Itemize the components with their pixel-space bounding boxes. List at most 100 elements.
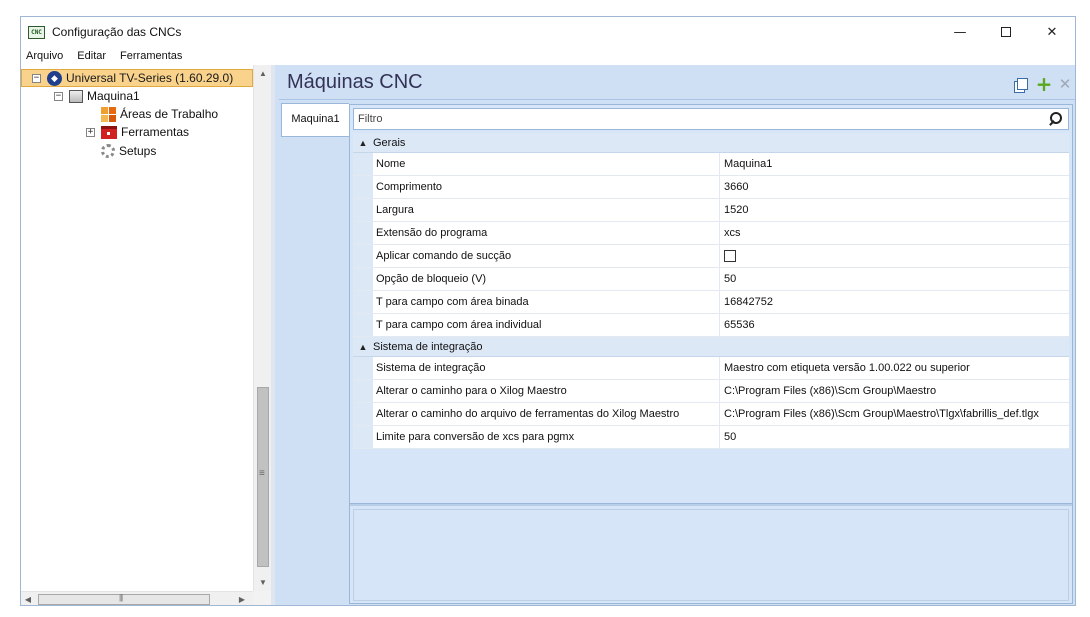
property-row[interactable]: T para campo com área binada 16842752 bbox=[353, 291, 1069, 314]
machine-tabs-area: Maquina1 ▲ Gerais Nome Maquina1 bbox=[279, 99, 1075, 605]
property-name: Limite para conversão de xcs para pgmx bbox=[373, 426, 720, 448]
property-row[interactable]: Largura 1520 bbox=[353, 199, 1069, 222]
tree-item-areas[interactable]: Áreas de Trabalho bbox=[101, 105, 218, 123]
category-label: Sistema de integração bbox=[373, 340, 483, 353]
expand-icon[interactable]: + bbox=[86, 127, 95, 137]
tree-vertical-scrollbar[interactable]: ▲ ▼ bbox=[253, 65, 271, 591]
property-value[interactable]: xcs bbox=[720, 222, 1069, 244]
scroll-down-icon[interactable]: ▼ bbox=[254, 574, 272, 591]
category-gerais[interactable]: ▲ Gerais bbox=[353, 133, 1069, 153]
tree-label-root: Universal TV-Series (1.60.29.0) bbox=[66, 71, 234, 85]
tree-label-tools: Ferramentas bbox=[121, 125, 190, 139]
tree-label-machine: Maquina1 bbox=[87, 89, 140, 103]
property-row[interactable]: Aplicar comando de sucção bbox=[353, 245, 1069, 268]
page-title: Máquinas CNC bbox=[287, 71, 423, 93]
property-name: Alterar o caminho para o Xilog Maestro bbox=[373, 380, 720, 402]
menu-ferramentas[interactable]: Ferramentas bbox=[113, 50, 189, 62]
machine-icon bbox=[69, 89, 83, 103]
category-integracao[interactable]: ▲ Sistema de integração bbox=[353, 337, 1069, 357]
menu-editar[interactable]: Editar bbox=[70, 50, 113, 62]
scroll-right-icon[interactable]: ▶ bbox=[235, 591, 249, 605]
chevron-up-icon[interactable]: ▲ bbox=[353, 138, 373, 148]
property-name: Comprimento bbox=[373, 176, 720, 198]
tree-vertical-thumb[interactable] bbox=[257, 387, 269, 567]
property-value[interactable]: 1520 bbox=[720, 199, 1069, 221]
property-name: T para campo com área binada bbox=[373, 291, 720, 313]
tree-item-setups[interactable]: Setups bbox=[101, 142, 156, 160]
property-value[interactable]: Maquina1 bbox=[720, 153, 1069, 175]
machine-tree: − ◆ Universal TV-Series (1.60.29.0) − Ma… bbox=[21, 65, 253, 591]
property-row[interactable]: Comprimento 3660 bbox=[353, 176, 1069, 199]
series-icon: ◆ bbox=[47, 70, 62, 86]
window-controls: — ✕ bbox=[937, 17, 1075, 47]
tree-item-tools[interactable]: + Ferramentas bbox=[86, 123, 189, 141]
tree-item-root[interactable]: − ◆ Universal TV-Series (1.60.29.0) bbox=[21, 69, 253, 87]
maximize-button[interactable] bbox=[983, 17, 1029, 47]
property-name: Nome bbox=[373, 153, 720, 175]
property-value[interactable]: 16842752 bbox=[720, 291, 1069, 313]
tree-horizontal-thumb[interactable] bbox=[38, 593, 210, 605]
suction-checkbox[interactable] bbox=[724, 250, 736, 262]
collapse-icon[interactable]: − bbox=[32, 73, 41, 83]
areas-icon bbox=[101, 106, 116, 122]
property-row[interactable]: Extensão do programa xcs bbox=[353, 222, 1069, 245]
property-row[interactable]: Sistema de integração Maestro com etique… bbox=[353, 357, 1069, 380]
property-grid: ▲ Gerais Nome Maquina1 Comprimento 3660 bbox=[353, 133, 1069, 449]
property-value[interactable]: 65536 bbox=[720, 314, 1069, 336]
property-row[interactable]: Opção de bloqueio (V) 50 bbox=[353, 268, 1069, 291]
minimize-button[interactable]: — bbox=[937, 17, 983, 47]
property-value[interactable] bbox=[720, 245, 1069, 267]
property-value[interactable]: 3660 bbox=[720, 176, 1069, 198]
tree-horizontal-scrollbar[interactable]: ◀ ▶ bbox=[21, 591, 253, 605]
chevron-up-icon[interactable]: ▲ bbox=[353, 342, 373, 352]
property-row[interactable]: T para campo com área individual 65536 bbox=[353, 314, 1069, 337]
filter-input[interactable] bbox=[358, 113, 1048, 125]
copy-icon bbox=[1016, 78, 1028, 90]
property-name: Sistema de integração bbox=[373, 357, 720, 379]
cnc-app-icon: CNC bbox=[28, 25, 45, 39]
property-row[interactable]: Nome Maquina1 bbox=[353, 153, 1069, 176]
add-button[interactable]: + bbox=[1035, 72, 1053, 96]
property-name: Largura bbox=[373, 199, 720, 221]
title-bar[interactable]: CNC Configuração das CNCs — ✕ bbox=[21, 17, 1075, 47]
search-icon[interactable] bbox=[1049, 112, 1062, 125]
window-title: Configuração das CNCs bbox=[52, 25, 182, 39]
property-name: Extensão do programa bbox=[373, 222, 720, 244]
tree-label-areas: Áreas de Trabalho bbox=[120, 107, 219, 121]
category-label: Gerais bbox=[373, 136, 406, 149]
property-name: Alterar o caminho do arquivo de ferramen… bbox=[373, 403, 720, 425]
delete-button[interactable]: ✕ bbox=[1056, 75, 1074, 93]
property-row[interactable]: Limite para conversão de xcs para pgmx 5… bbox=[353, 426, 1069, 449]
property-name: Opção de bloqueio (V) bbox=[373, 268, 720, 290]
machines-panel: Máquinas CNC + ✕ Maquina1 ▲ Gerais bbox=[275, 65, 1075, 605]
tree-label-setups: Setups bbox=[119, 144, 157, 158]
tab-maquina1[interactable]: Maquina1 bbox=[281, 103, 349, 137]
main-window: CNC Configuração das CNCs — ✕ Arquivo Ed… bbox=[20, 16, 1076, 606]
copy-button[interactable] bbox=[1013, 75, 1031, 93]
property-name: Aplicar comando de sucção bbox=[373, 245, 720, 267]
property-name: T para campo com área individual bbox=[373, 314, 720, 336]
scroll-up-icon[interactable]: ▲ bbox=[254, 65, 272, 82]
property-value[interactable]: C:\Program Files (x86)\Scm Group\Maestro… bbox=[720, 403, 1069, 425]
property-value[interactable]: 50 bbox=[720, 268, 1069, 290]
property-value[interactable]: C:\Program Files (x86)\Scm Group\Maestro bbox=[720, 380, 1069, 402]
tools-icon bbox=[101, 125, 117, 139]
property-row[interactable]: Alterar o caminho para o Xilog Maestro C… bbox=[353, 380, 1069, 403]
close-button[interactable]: ✕ bbox=[1029, 17, 1075, 47]
property-value[interactable]: 50 bbox=[720, 426, 1069, 448]
property-panel: ▲ Gerais Nome Maquina1 Comprimento 3660 bbox=[349, 104, 1073, 604]
filter-box[interactable] bbox=[353, 108, 1069, 130]
plus-icon: + bbox=[1035, 72, 1053, 96]
description-panel bbox=[353, 509, 1069, 601]
scroll-left-icon[interactable]: ◀ bbox=[21, 591, 35, 605]
menu-arquivo[interactable]: Arquivo bbox=[21, 50, 70, 62]
property-row[interactable]: Alterar o caminho do arquivo de ferramen… bbox=[353, 403, 1069, 426]
description-splitter[interactable] bbox=[350, 503, 1072, 506]
menu-bar: Arquivo Editar Ferramentas bbox=[21, 47, 1075, 65]
gear-icon bbox=[101, 144, 115, 158]
tree-item-machine[interactable]: − Maquina1 bbox=[54, 87, 140, 105]
maximize-icon bbox=[1001, 27, 1011, 37]
close-icon: ✕ bbox=[1058, 75, 1072, 93]
collapse-icon[interactable]: − bbox=[54, 91, 63, 101]
property-value[interactable]: Maestro com etiqueta versão 1.00.022 ou … bbox=[720, 357, 1069, 379]
